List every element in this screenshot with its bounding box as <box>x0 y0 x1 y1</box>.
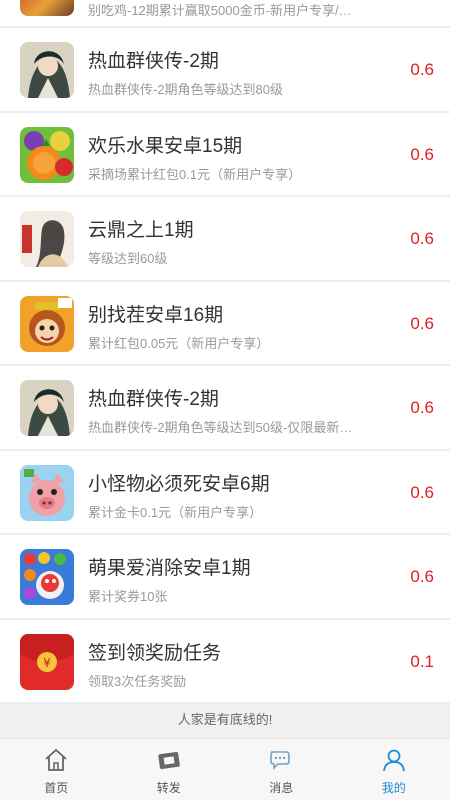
list-item[interactable]: 欢乐水果安卓15期 采摘场累计红包0.1元（新用户专享） 0.6 <box>0 113 450 197</box>
item-subtitle: 累计红包0.05元（新用户专享） <box>88 335 270 351</box>
item-subtitle: 别吃鸡-12期累计赢取5000金币-新用户专享/… <box>88 3 352 18</box>
monkey-game-icon <box>20 295 74 352</box>
item-title: 热血群侠传-2期 <box>88 51 219 72</box>
item-subtitle: 累计金卡0.1元（新用户专享） <box>88 504 263 520</box>
game-art-icon <box>20 211 74 267</box>
item-title: 云鼎之上1期 <box>88 220 194 241</box>
item-subtitle: 采摘场累计红包0.1元（新用户专享） <box>88 166 302 182</box>
list-item[interactable]: 萌果爱消除安卓1期 累计奖券10张 0.6 <box>0 535 450 620</box>
list-item[interactable]: 热血群侠传-2期 热血群侠传-2期角色等级达到80级 0.6 <box>0 28 450 113</box>
list-item[interactable]: ¥ 签到领奖励任务 领取3次任务奖励 0.1 <box>0 620 450 703</box>
task-list: 别吃鸡-12期累计赢取5000金币-新用户专享/… 热血群侠传-2期 热血群侠传… <box>0 0 450 702</box>
item-title: 萌果爱消除安卓1期 <box>88 558 251 579</box>
game-art-icon <box>20 42 74 98</box>
tab-label: 我的 <box>381 781 406 795</box>
item-subtitle: 热血群侠传-2期角色等级达到50级-仅限最新… <box>88 420 353 435</box>
tab-label: 首页 <box>44 781 69 795</box>
reward-amount: 0.6 <box>410 482 434 502</box>
list-item[interactable]: 别找茬安卓16期 累计红包0.05元（新用户专享） 0.6 <box>0 282 450 366</box>
list-item[interactable]: 云鼎之上1期 等级达到60级 0.6 <box>0 197 450 282</box>
game-art-icon <box>20 380 74 436</box>
reward-amount: 0.1 <box>410 651 434 671</box>
tab-label: 转发 <box>156 781 181 795</box>
end-of-list-text: 人家是有底线的! <box>0 702 450 738</box>
tab-mine[interactable]: 我的 <box>338 739 450 800</box>
user-icon <box>381 747 407 773</box>
pig-game-icon <box>20 464 74 521</box>
item-subtitle: 累计奖券10张 <box>88 589 168 604</box>
tab-home[interactable]: 首页 <box>0 739 113 800</box>
game-art-icon <box>20 0 74 16</box>
item-subtitle: 等级达到60级 <box>88 251 168 266</box>
reward-amount: 0.6 <box>410 229 434 248</box>
item-title: 热血群侠传-2期 <box>88 389 219 410</box>
share-ticket-icon <box>156 747 182 773</box>
item-title: 小怪物必须死安卓6期 <box>88 473 270 495</box>
home-icon <box>43 747 69 773</box>
message-icon <box>268 747 294 773</box>
reward-amount: 0.6 <box>410 567 434 586</box>
tab-messages[interactable]: 消息 <box>225 739 338 800</box>
item-title: 欢乐水果安卓15期 <box>88 135 243 157</box>
reward-amount: 0.6 <box>410 398 434 417</box>
list-item[interactable]: 热血群侠传-2期 热血群侠传-2期角色等级达到50级-仅限最新… 0.6 <box>0 366 450 451</box>
list-item[interactable]: 别吃鸡-12期累计赢取5000金币-新用户专享/… <box>0 0 450 28</box>
reward-amount: 0.6 <box>410 313 434 333</box>
match-game-icon <box>20 549 74 605</box>
fruit-game-icon <box>20 126 74 183</box>
svg-text:¥: ¥ <box>43 656 51 670</box>
tab-share[interactable]: 转发 <box>113 739 226 800</box>
list-item[interactable]: 小怪物必须死安卓6期 累计金卡0.1元（新用户专享） 0.6 <box>0 451 450 535</box>
tab-label: 消息 <box>269 781 294 795</box>
reward-amount: 0.6 <box>410 60 434 79</box>
item-subtitle: 领取3次任务奖励 <box>88 673 187 689</box>
reward-amount: 0.6 <box>410 144 434 164</box>
bottom-tab-bar: 首页 转发 消息 我的 <box>0 738 450 800</box>
item-title: 签到领奖励任务 <box>88 642 222 664</box>
item-title: 别找茬安卓16期 <box>88 304 224 326</box>
red-envelope-icon: ¥ <box>20 633 74 690</box>
item-subtitle: 热血群侠传-2期角色等级达到80级 <box>88 82 284 97</box>
